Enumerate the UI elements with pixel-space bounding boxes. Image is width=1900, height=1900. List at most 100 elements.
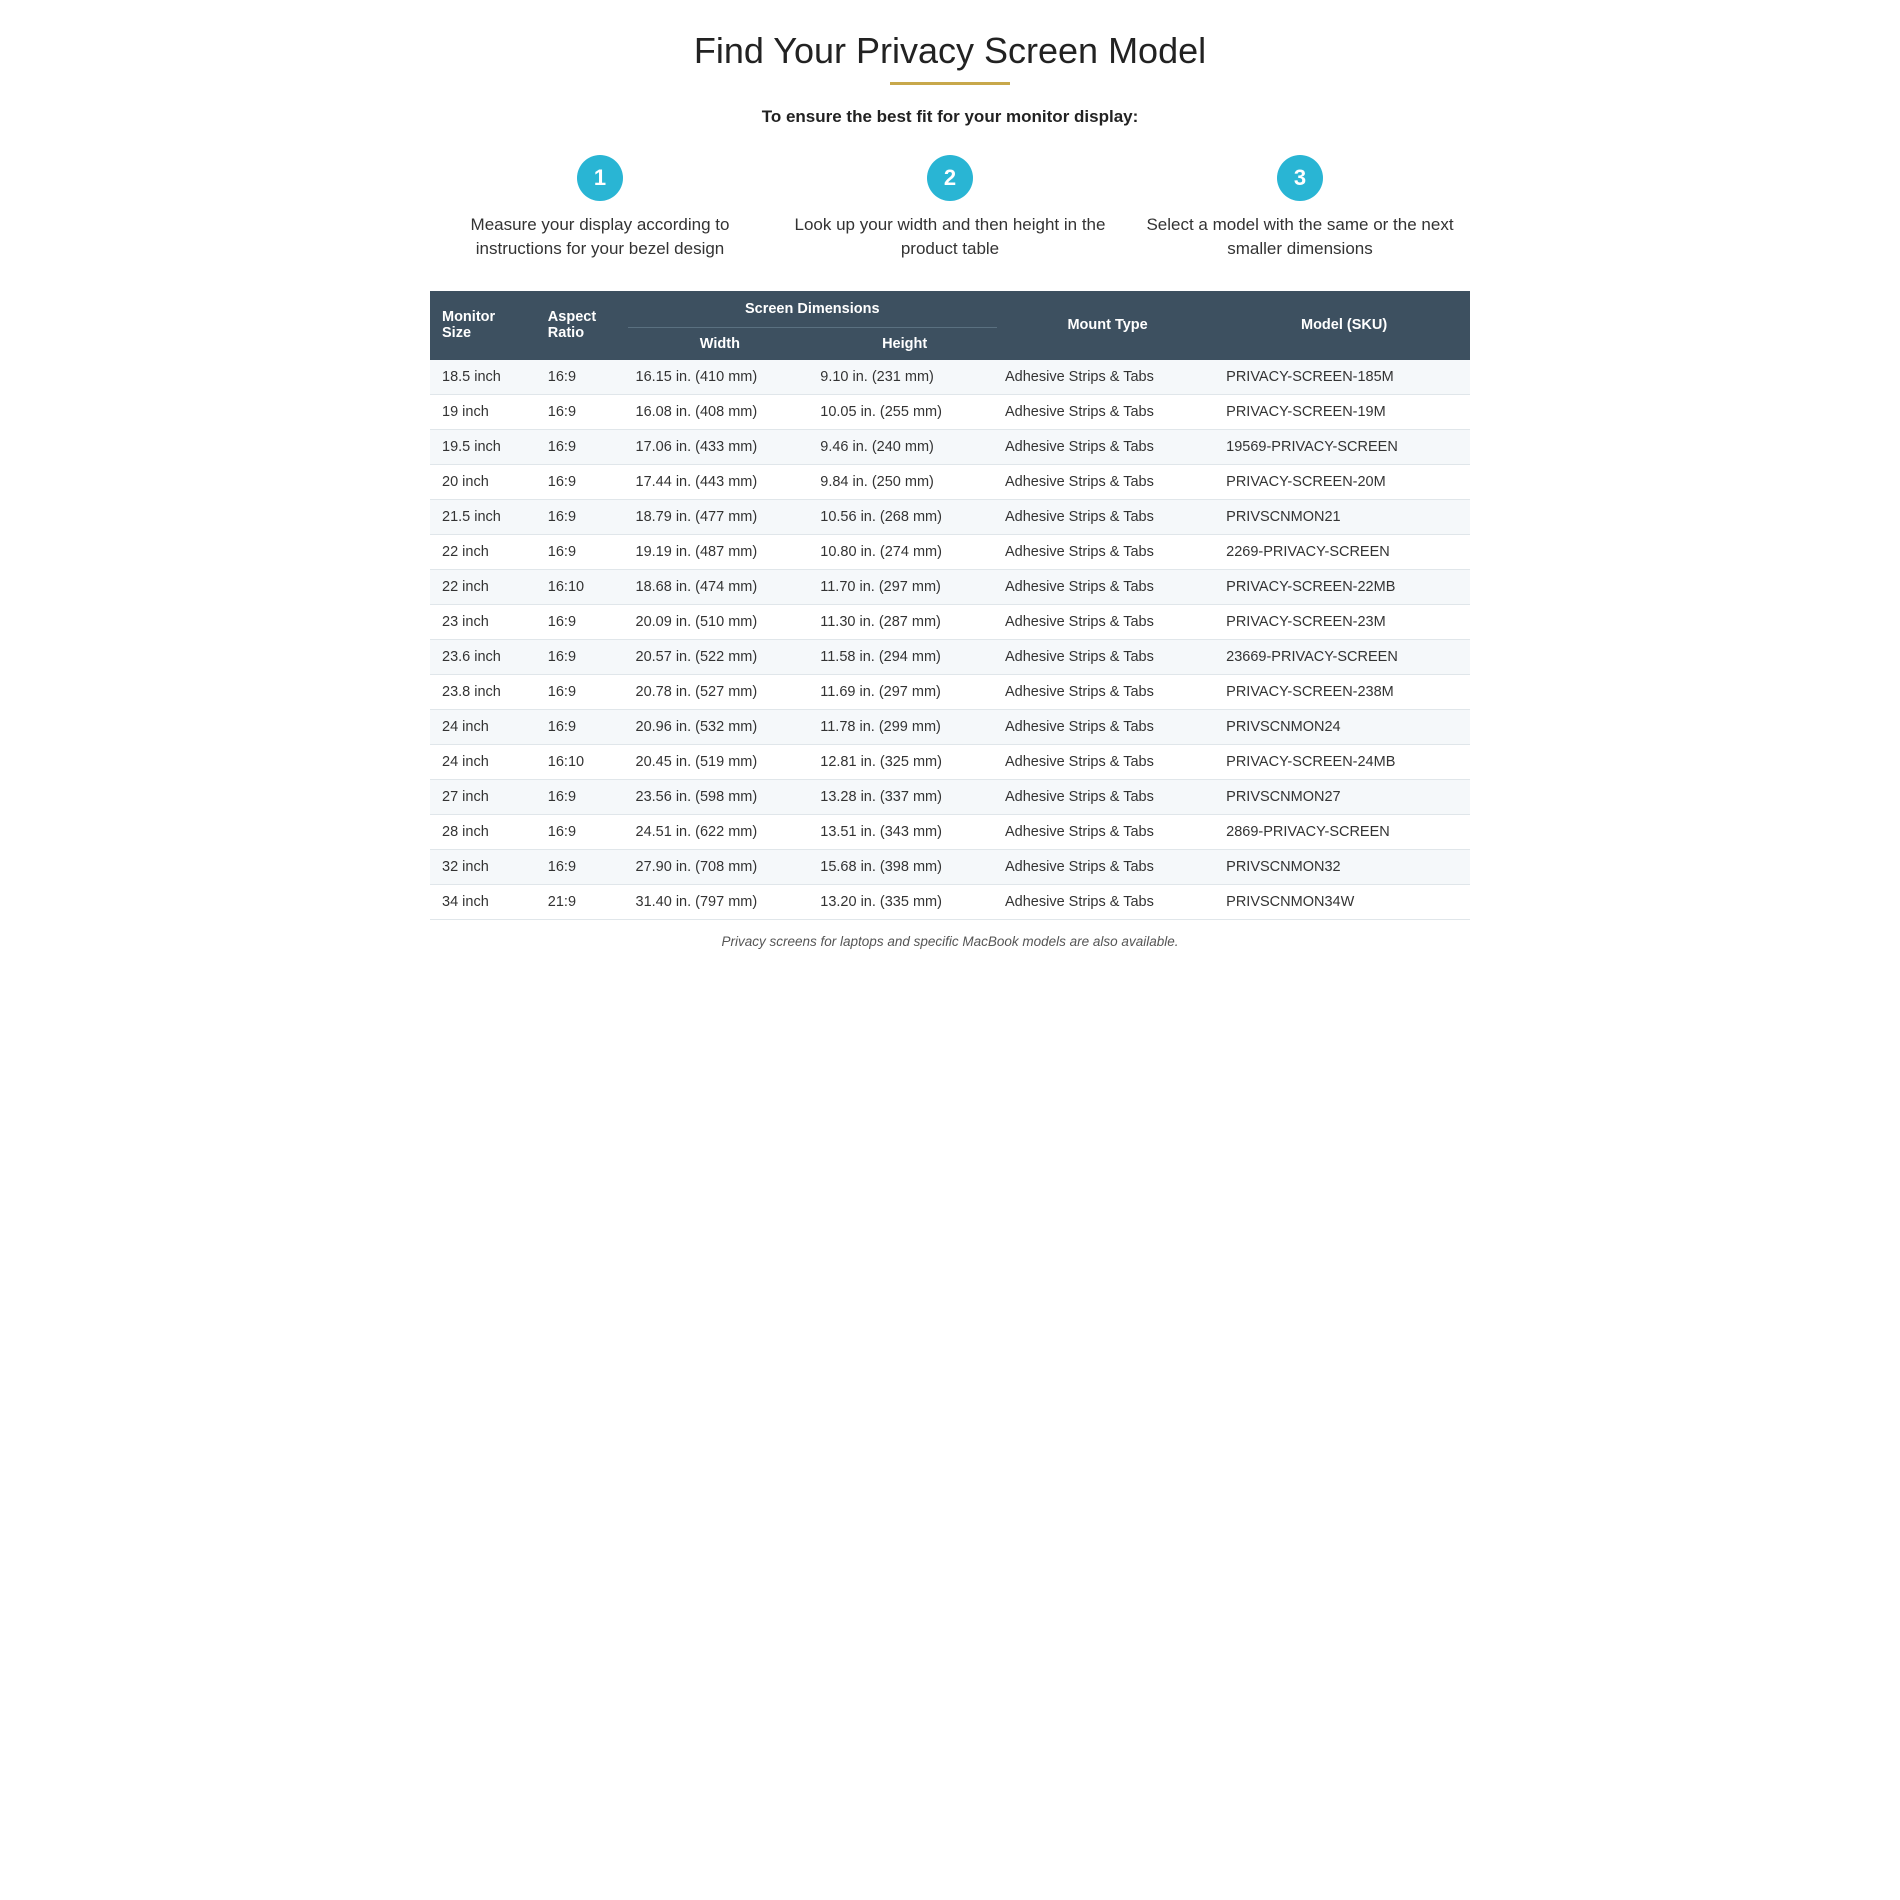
step-1-circle: 1 [577, 155, 623, 201]
table-cell: 20.78 in. (527 mm) [628, 674, 813, 709]
table-cell: 28 inch [430, 814, 536, 849]
table-cell: 16.15 in. (410 mm) [628, 360, 813, 395]
table-cell: 23.8 inch [430, 674, 536, 709]
table-cell: 23.6 inch [430, 639, 536, 674]
col-mount-type: Mount Type [997, 291, 1218, 360]
col-width: Width [628, 327, 813, 360]
table-cell: Adhesive Strips & Tabs [997, 674, 1218, 709]
table-row: 19 inch16:916.08 in. (408 mm)10.05 in. (… [430, 394, 1470, 429]
table-cell: 16:9 [536, 814, 628, 849]
table-cell: 18.5 inch [430, 360, 536, 395]
table-cell: 16:9 [536, 464, 628, 499]
table-cell: 16:9 [536, 394, 628, 429]
table-row: 23.8 inch16:920.78 in. (527 mm)11.69 in.… [430, 674, 1470, 709]
table-cell: 15.68 in. (398 mm) [812, 849, 997, 884]
table-cell: 20 inch [430, 464, 536, 499]
step-1: 1 Measure your display according to inst… [430, 155, 770, 261]
table-cell: Adhesive Strips & Tabs [997, 884, 1218, 919]
table-cell: Adhesive Strips & Tabs [997, 849, 1218, 884]
table-cell: 10.56 in. (268 mm) [812, 499, 997, 534]
table-cell: 34 inch [430, 884, 536, 919]
table-header-top: MonitorSize AspectRatio Screen Dimension… [430, 291, 1470, 328]
table-cell: 23 inch [430, 604, 536, 639]
table-cell: 16:9 [536, 360, 628, 395]
table-row: 20 inch16:917.44 in. (443 mm)9.84 in. (2… [430, 464, 1470, 499]
table-cell: Adhesive Strips & Tabs [997, 499, 1218, 534]
table-cell: 20.96 in. (532 mm) [628, 709, 813, 744]
col-aspect-ratio: AspectRatio [536, 291, 628, 360]
table-cell: 27.90 in. (708 mm) [628, 849, 813, 884]
col-screen-dimensions: Screen Dimensions [628, 291, 998, 328]
table-cell: 16:9 [536, 604, 628, 639]
step-2: 2 Look up your width and then height in … [780, 155, 1120, 261]
table-cell: 19569-PRIVACY-SCREEN [1218, 429, 1470, 464]
step-3: 3 Select a model with the same or the ne… [1130, 155, 1470, 261]
table-row: 24 inch16:920.96 in. (532 mm)11.78 in. (… [430, 709, 1470, 744]
steps-row: 1 Measure your display according to inst… [430, 155, 1470, 261]
table-cell: 23669-PRIVACY-SCREEN [1218, 639, 1470, 674]
table-row: 27 inch16:923.56 in. (598 mm)13.28 in. (… [430, 779, 1470, 814]
gold-divider [890, 82, 1010, 85]
table-cell: 22 inch [430, 534, 536, 569]
table-cell: 11.69 in. (297 mm) [812, 674, 997, 709]
table-cell: 16:9 [536, 534, 628, 569]
table-cell: 9.46 in. (240 mm) [812, 429, 997, 464]
table-cell: PRIVSCNMON27 [1218, 779, 1470, 814]
table-cell: PRIVSCNMON34W [1218, 884, 1470, 919]
table-cell: 17.06 in. (433 mm) [628, 429, 813, 464]
table-cell: 22 inch [430, 569, 536, 604]
table-cell: Adhesive Strips & Tabs [997, 464, 1218, 499]
table-cell: 19 inch [430, 394, 536, 429]
table-cell: 16:10 [536, 569, 628, 604]
page-title: Find Your Privacy Screen Model [430, 30, 1470, 72]
table-cell: 24 inch [430, 744, 536, 779]
table-cell: PRIVSCNMON21 [1218, 499, 1470, 534]
table-cell: PRIVSCNMON24 [1218, 709, 1470, 744]
table-cell: 2269-PRIVACY-SCREEN [1218, 534, 1470, 569]
table-cell: PRIVACY-SCREEN-22MB [1218, 569, 1470, 604]
table-row: 23 inch16:920.09 in. (510 mm)11.30 in. (… [430, 604, 1470, 639]
table-row: 28 inch16:924.51 in. (622 mm)13.51 in. (… [430, 814, 1470, 849]
table-cell: 20.57 in. (522 mm) [628, 639, 813, 674]
table-cell: 21:9 [536, 884, 628, 919]
table-cell: 19.5 inch [430, 429, 536, 464]
table-cell: 13.28 in. (337 mm) [812, 779, 997, 814]
table-cell: 2869-PRIVACY-SCREEN [1218, 814, 1470, 849]
table-row: 22 inch16:919.19 in. (487 mm)10.80 in. (… [430, 534, 1470, 569]
col-monitor-size: MonitorSize [430, 291, 536, 360]
table-cell: 11.78 in. (299 mm) [812, 709, 997, 744]
table-row: 34 inch21:931.40 in. (797 mm)13.20 in. (… [430, 884, 1470, 919]
table-cell: Adhesive Strips & Tabs [997, 360, 1218, 395]
table-cell: PRIVACY-SCREEN-24MB [1218, 744, 1470, 779]
table-cell: 16:9 [536, 499, 628, 534]
table-row: 22 inch16:1018.68 in. (474 mm)11.70 in. … [430, 569, 1470, 604]
table-cell: PRIVACY-SCREEN-238M [1218, 674, 1470, 709]
table-cell: 16:9 [536, 639, 628, 674]
footer-note: Privacy screens for laptops and specific… [430, 934, 1470, 949]
table-cell: 11.58 in. (294 mm) [812, 639, 997, 674]
table-cell: 31.40 in. (797 mm) [628, 884, 813, 919]
col-height: Height [812, 327, 997, 360]
table-row: 21.5 inch16:918.79 in. (477 mm)10.56 in.… [430, 499, 1470, 534]
step-3-text: Select a model with the same or the next… [1140, 213, 1460, 261]
table-cell: Adhesive Strips & Tabs [997, 744, 1218, 779]
table-row: 24 inch16:1020.45 in. (519 mm)12.81 in. … [430, 744, 1470, 779]
table-cell: PRIVACY-SCREEN-23M [1218, 604, 1470, 639]
table-cell: 27 inch [430, 779, 536, 814]
table-cell: 13.20 in. (335 mm) [812, 884, 997, 919]
step-3-circle: 3 [1277, 155, 1323, 201]
table-cell: 20.09 in. (510 mm) [628, 604, 813, 639]
table-cell: 16:9 [536, 674, 628, 709]
table-cell: 9.10 in. (231 mm) [812, 360, 997, 395]
table-cell: 12.81 in. (325 mm) [812, 744, 997, 779]
table-row: 32 inch16:927.90 in. (708 mm)15.68 in. (… [430, 849, 1470, 884]
step-2-circle: 2 [927, 155, 973, 201]
table-cell: Adhesive Strips & Tabs [997, 394, 1218, 429]
table-row: 19.5 inch16:917.06 in. (433 mm)9.46 in. … [430, 429, 1470, 464]
table-cell: 16:9 [536, 429, 628, 464]
step-2-text: Look up your width and then height in th… [790, 213, 1110, 261]
subtitle: To ensure the best fit for your monitor … [430, 107, 1470, 127]
table-cell: Adhesive Strips & Tabs [997, 534, 1218, 569]
step-1-text: Measure your display according to instru… [440, 213, 760, 261]
table-cell: 16:9 [536, 709, 628, 744]
